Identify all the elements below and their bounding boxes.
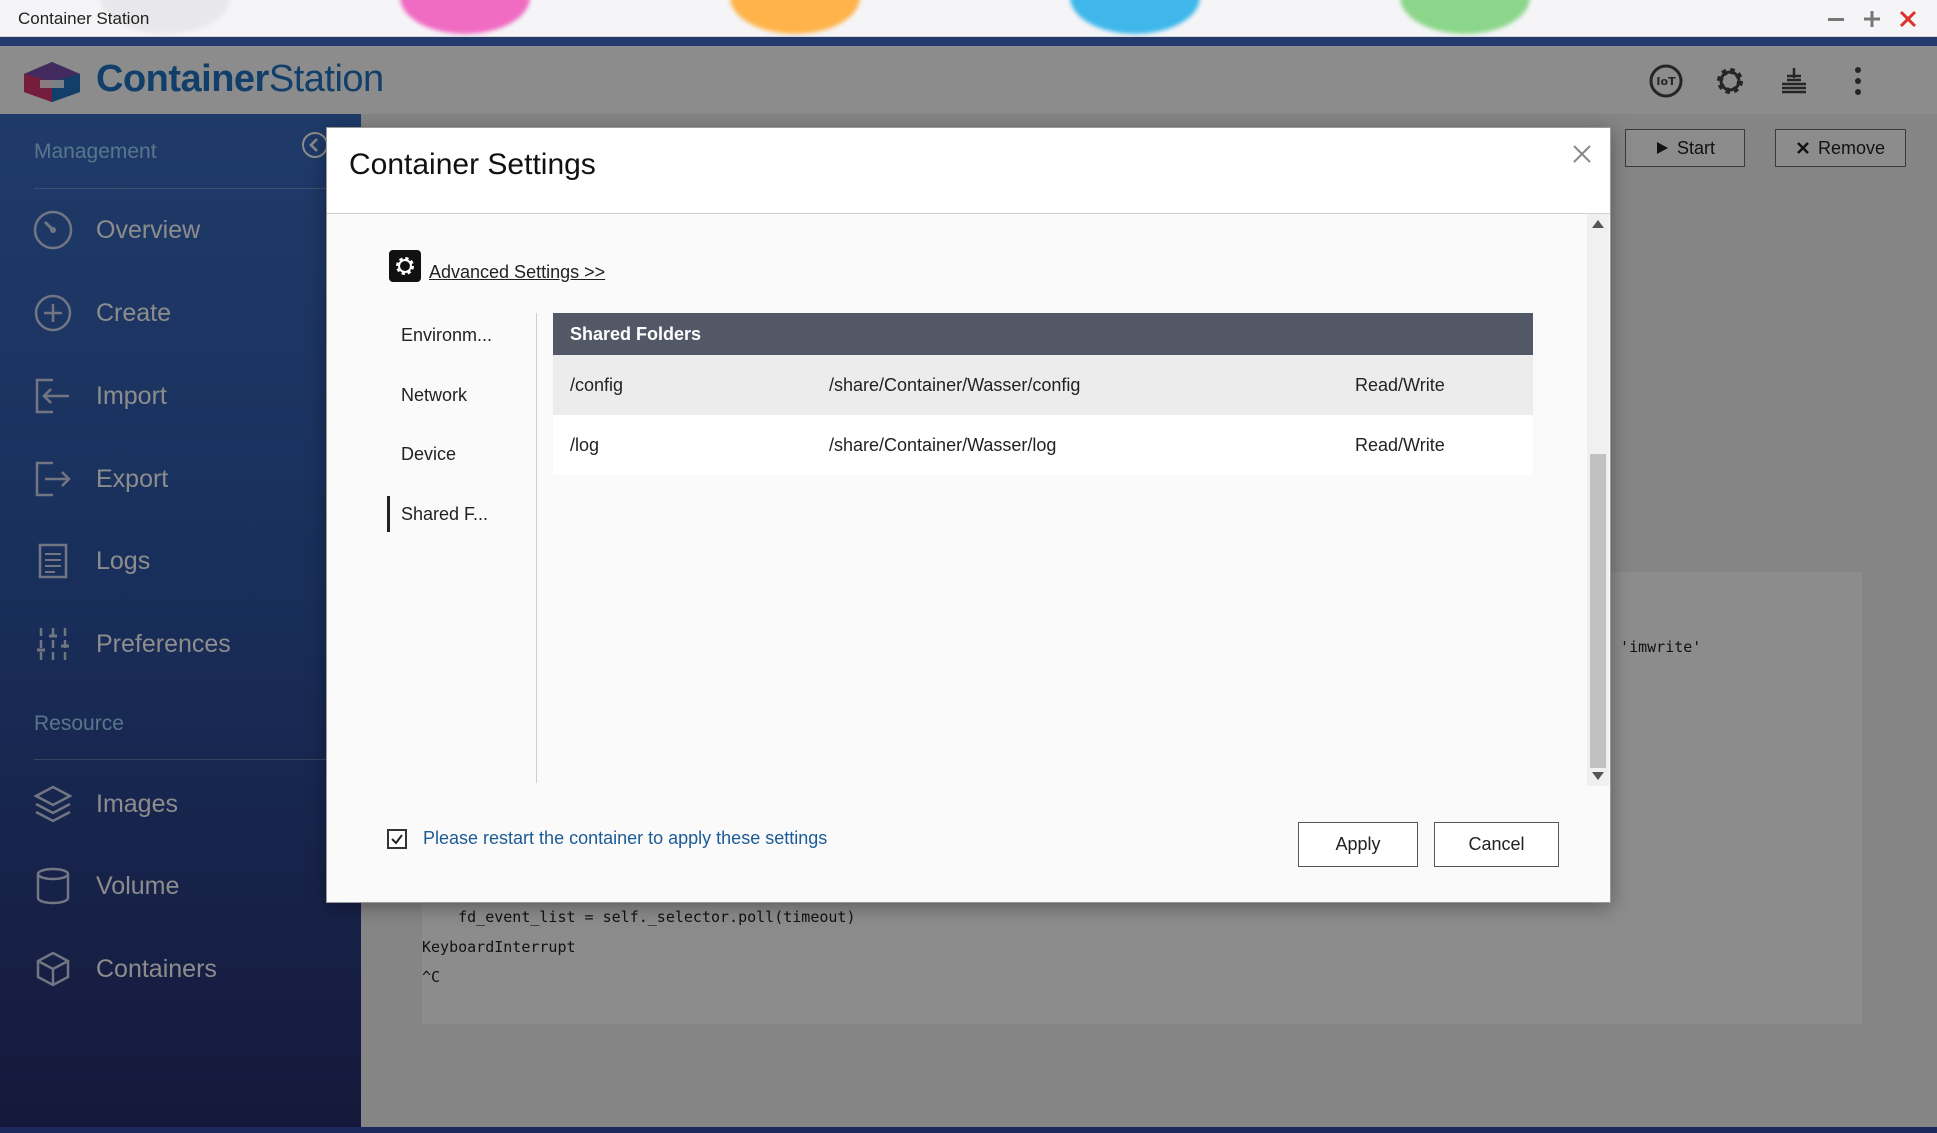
shared-folders-table: Shared Folders /config /share/Container/…: [553, 313, 1533, 475]
accent-bar: [0, 37, 1937, 46]
settings-tabs: Environm... Network Device Shared F...: [387, 313, 537, 783]
gear-icon: [389, 249, 421, 282]
minimize-icon: [1828, 18, 1844, 21]
close-window-button[interactable]: [1893, 4, 1923, 34]
bottom-edge: [0, 1127, 1937, 1133]
advanced-settings: Advanced Settings >>: [389, 248, 605, 283]
restart-label: Please restart the container to apply th…: [423, 828, 828, 848]
background-blob: [1400, 0, 1530, 34]
container-settings-dialog: Container Settings Advanced Settings >> …: [326, 127, 1611, 903]
scrollbar-thumb[interactable]: [1590, 454, 1606, 768]
mode-cell: Read/Write: [1355, 434, 1445, 455]
tab-shared-folders[interactable]: Shared F...: [387, 496, 537, 532]
window-controls: [1821, 4, 1923, 34]
container-path-cell: /config: [570, 374, 624, 395]
plus-icon: [1864, 11, 1880, 27]
maximize-button[interactable]: [1857, 4, 1887, 34]
scroll-up-arrow[interactable]: [1587, 214, 1609, 234]
tab-device[interactable]: Device: [387, 436, 537, 472]
apply-button[interactable]: Apply: [1298, 822, 1418, 867]
tab-environment[interactable]: Environm...: [387, 317, 537, 353]
dialog-scrollbar[interactable]: [1587, 214, 1609, 786]
checkmark-icon: [391, 833, 403, 845]
restart-option: Please restart the container to apply th…: [387, 828, 827, 849]
dialog-header: Container Settings: [327, 128, 1610, 214]
table-header: Shared Folders: [553, 313, 1533, 355]
container-path-cell: /log: [570, 434, 600, 455]
background-blob: [730, 0, 860, 34]
window-titlebar: Container Station: [0, 0, 1937, 37]
restart-checkbox[interactable]: [387, 828, 407, 849]
table-row[interactable]: /log /share/Container/Wasser/log Read/Wr…: [553, 415, 1533, 475]
table-row[interactable]: /config /share/Container/Wasser/config R…: [553, 355, 1533, 415]
background-blob: [400, 0, 530, 34]
close-icon: [1899, 10, 1917, 28]
dialog-title: Container Settings: [349, 148, 596, 181]
host-path-cell: /share/Container/Wasser/config: [829, 374, 1081, 395]
scroll-down-arrow[interactable]: [1587, 766, 1609, 786]
triangle-down-icon: [1592, 772, 1604, 780]
dialog-close-button[interactable]: [1568, 140, 1596, 168]
background-blob: [1070, 0, 1200, 34]
cancel-button[interactable]: Cancel: [1434, 822, 1559, 867]
advanced-settings-link[interactable]: Advanced Settings >>: [429, 262, 605, 283]
minimize-button[interactable]: [1821, 4, 1851, 34]
triangle-up-icon: [1592, 220, 1604, 228]
host-path-cell: /share/Container/Wasser/log: [829, 434, 1057, 455]
close-icon: [1573, 145, 1591, 163]
tab-network[interactable]: Network: [387, 377, 537, 413]
mode-cell: Read/Write: [1355, 374, 1445, 395]
window-title: Container Station: [18, 9, 150, 28]
